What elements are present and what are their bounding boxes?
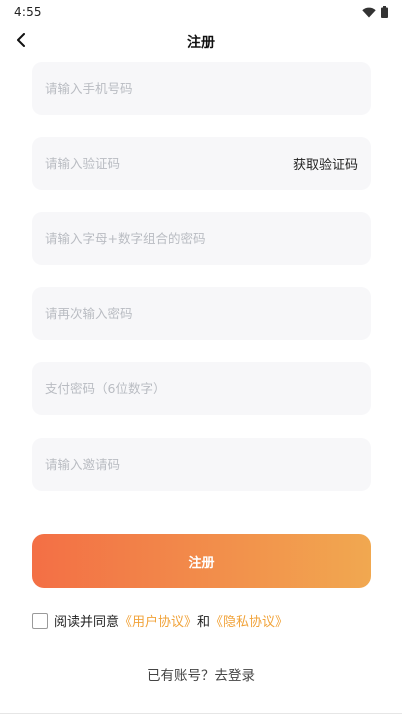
agreement-and: 和 xyxy=(197,615,211,630)
agreement-checkbox[interactable] xyxy=(32,612,48,629)
battery-icon xyxy=(381,3,388,22)
phone-input[interactable] xyxy=(45,81,358,96)
confirm-password-field xyxy=(32,287,371,340)
register-screen: 4:55 注册 请输入手机号码 请输入验证码 获取验证码 请输入邀请码 注册 阅… xyxy=(0,0,402,716)
user-agreement-link[interactable]: 《用户协议》 xyxy=(119,611,197,630)
password-field xyxy=(32,212,371,265)
agreement-prefix: 阅读并同意 xyxy=(54,615,120,630)
status-icons xyxy=(362,3,388,22)
get-code-button[interactable]: 获取验证码 xyxy=(293,154,358,173)
phone-field xyxy=(32,62,371,115)
invite-code-input[interactable] xyxy=(45,457,358,472)
status-time: 4:55 xyxy=(14,5,42,19)
confirm-password-input[interactable] xyxy=(45,306,358,321)
register-button[interactable]: 注册 xyxy=(32,534,371,588)
code-field: 获取验证码 xyxy=(32,137,371,190)
nav-bar: 注册 xyxy=(0,26,402,58)
chevron-left-icon xyxy=(16,32,26,51)
invite-code-field xyxy=(32,438,371,491)
wifi-icon xyxy=(362,3,376,22)
password-input[interactable] xyxy=(45,231,358,246)
privacy-agreement-link[interactable]: 《隐私协议》 xyxy=(210,611,288,630)
verification-code-input[interactable] xyxy=(45,156,293,171)
status-bar: 4:55 xyxy=(0,0,402,24)
page-title: 注册 xyxy=(187,35,215,51)
bottom-divider xyxy=(0,713,402,714)
back-button[interactable] xyxy=(10,30,32,52)
login-link[interactable]: 已有账号？去登录 xyxy=(0,664,402,684)
agreement-row: 阅读并同意 《用户协议》 和 《隐私协议》 xyxy=(32,611,288,630)
pay-password-field xyxy=(32,362,371,415)
pay-password-input[interactable] xyxy=(45,381,358,396)
